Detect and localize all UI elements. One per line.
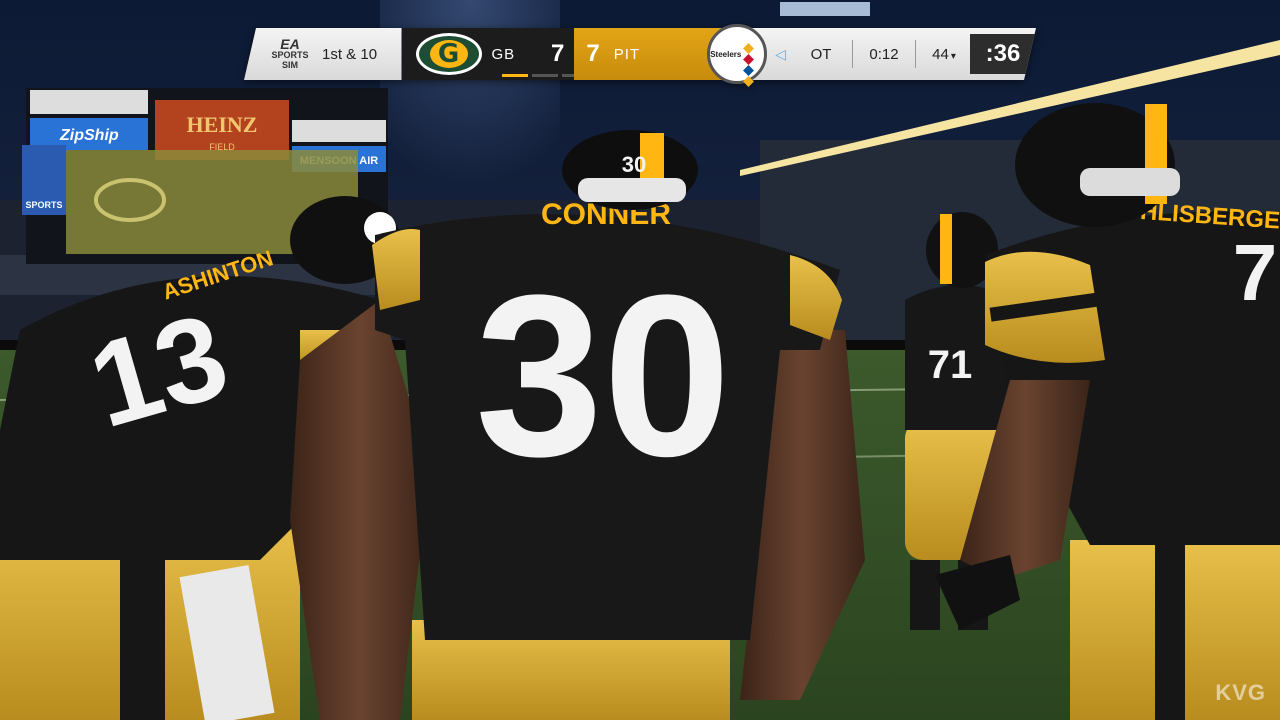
svg-text:30: 30: [622, 152, 646, 177]
svg-text:71: 71: [928, 343, 973, 387]
svg-text:SPORTS: SPORTS: [25, 200, 62, 210]
steelers-logo-icon: Steelers: [707, 24, 768, 87]
ea-sports-logo: EA SPORTS SIM: [271, 36, 309, 70]
down-distance-panel: EA SPORTS SIM 1st & 10: [244, 28, 402, 80]
kvg-watermark: KVG: [1215, 680, 1266, 705]
away-score: 7: [586, 40, 600, 67]
svg-text:30: 30: [475, 247, 731, 504]
svg-text:7: 7: [1233, 228, 1278, 317]
home-team-panel: G GB 7: [401, 28, 588, 80]
down-and-distance: 1st & 10: [322, 45, 378, 63]
heinz-text: HEINZ: [187, 112, 258, 137]
quarter: OT: [810, 45, 832, 63]
left-arrow-icon: ◁: [775, 45, 786, 62]
away-team-panel: 7 PIT Steelers: [574, 24, 768, 87]
game-clock: 0:12: [869, 45, 899, 63]
home-team-abbr: GB: [491, 45, 516, 63]
game-scene: HEINZ FIELD ZipShip MENSOON AIR SPORTS 7…: [0, 0, 1280, 720]
clock-panel: ◁ OT 0:12 44 :36: [747, 28, 1036, 80]
play-clock: :36: [970, 34, 1036, 74]
timeout-indicator: [531, 74, 558, 77]
scoreboard: EA SPORTS SIM 1st & 10 G GB 7 7 PIT Stee…: [244, 24, 1036, 87]
play-clock-setting: 44: [926, 46, 962, 63]
stadium-lights: [780, 2, 870, 16]
home-score: 7: [551, 40, 565, 67]
svg-text:ZipShip: ZipShip: [59, 127, 119, 144]
hypocycloid-icon: [743, 43, 764, 87]
packers-logo-icon: G: [415, 33, 482, 75]
timeout-indicator: [501, 74, 528, 77]
divider: [852, 40, 853, 68]
away-team-abbr: PIT: [613, 45, 641, 63]
divider: [915, 40, 916, 68]
